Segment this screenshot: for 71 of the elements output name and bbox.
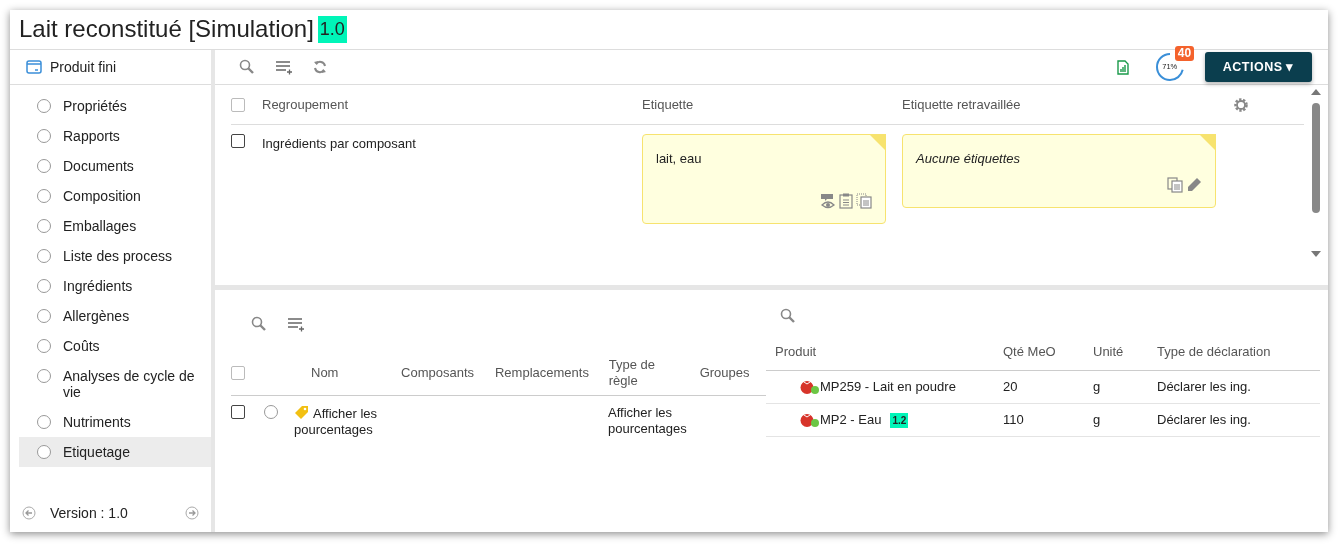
previous-icon[interactable] — [22, 506, 36, 520]
next-icon[interactable] — [185, 506, 199, 520]
column-header: Etiquette — [642, 95, 695, 114]
column-header: Type de déclaration — [1157, 343, 1272, 362]
tomato-icon — [800, 379, 820, 395]
tomato-icon — [800, 412, 820, 428]
row-checkbox[interactable] — [231, 134, 245, 148]
column-header: Produit — [775, 343, 818, 362]
version-badge: 1.2 — [890, 412, 909, 428]
select-all-checkbox[interactable] — [231, 97, 245, 112]
sidebar-item[interactable]: Rapports — [19, 121, 211, 151]
column-header: Regroupement — [262, 95, 349, 114]
pencil-icon[interactable] — [1186, 177, 1202, 193]
actions-button[interactable]: ACTIONS ▾ — [1204, 51, 1312, 83]
version-badge: 1.0 — [317, 16, 347, 43]
search-icon[interactable] — [780, 308, 796, 324]
column-header: Nom — [311, 364, 340, 381]
scrollbar-thumb[interactable] — [1312, 103, 1320, 213]
sidebar-item[interactable]: Emballages — [19, 211, 211, 241]
table-cell-text: Déclarer les ing. — [1157, 411, 1252, 430]
sidebar-item[interactable]: Composition — [19, 181, 211, 211]
search-icon[interactable] — [251, 316, 267, 332]
product-icon — [26, 60, 42, 74]
row-radio[interactable] — [264, 405, 278, 419]
version-label: Version : 1.0 — [50, 503, 129, 523]
sidebar-item[interactable]: Allergènes — [19, 301, 211, 331]
table-cell-text: 110 — [1003, 411, 1025, 430]
tag-icon — [294, 405, 309, 420]
sidebar-header: Produit fini — [50, 57, 117, 77]
search-icon[interactable] — [239, 59, 255, 75]
table-cell-text: Ingrédients par composant — [262, 135, 417, 153]
table-cell-text: g — [1093, 378, 1102, 397]
column-header: Remplacements — [494, 364, 590, 381]
add-row-icon[interactable] — [286, 316, 305, 332]
select-all-checkbox[interactable] — [231, 365, 245, 380]
rule-name: Afficher les pourcentages — [294, 405, 378, 438]
table-cell-text: Déclarer les ing. — [1157, 378, 1252, 397]
clipboard-icon[interactable] — [838, 193, 853, 209]
sidebar-item[interactable]: Nutriments — [19, 407, 211, 437]
scroll-down-icon[interactable] — [1311, 251, 1321, 257]
sidebar-item[interactable]: Analyses de cycle de vie — [19, 361, 211, 407]
settings-icon[interactable] — [1232, 95, 1250, 114]
spreadsheet-icon[interactable] — [1116, 59, 1129, 75]
column-header: Unité — [1093, 343, 1125, 362]
column-header: Etiquette retravaillée — [902, 95, 1022, 114]
sidebar-item[interactable]: Etiquetage — [19, 437, 211, 467]
table-cell-text: g — [1093, 411, 1102, 430]
copy-icon[interactable] — [1166, 177, 1183, 193]
table-cell-text: Afficher les pourcentages — [608, 405, 688, 438]
label-text: lait, eau — [656, 150, 703, 168]
refresh-icon[interactable] — [313, 60, 327, 74]
hide-preview-icon[interactable] — [819, 193, 836, 209]
sidebar-item[interactable]: Coûts — [19, 331, 211, 361]
sidebar-item[interactable]: Ingrédients — [19, 271, 211, 301]
window-title: Lait reconstitué [Simulation] — [19, 15, 314, 44]
product-name: MP259 - Lait en poudre — [820, 378, 956, 397]
scroll-up-icon[interactable] — [1311, 89, 1321, 95]
product-name: MP2 - Eau — [820, 411, 882, 430]
table-cell-text: 20 — [1003, 378, 1019, 397]
column-header: Type de règle — [608, 356, 657, 389]
column-header: Composants — [401, 364, 476, 381]
row-checkbox[interactable] — [231, 405, 245, 419]
copy-icon[interactable] — [856, 193, 872, 209]
notification-badge: 40 — [1174, 46, 1195, 61]
sidebar-item[interactable]: Propriétés — [19, 91, 211, 121]
sidebar-item[interactable]: Liste des process — [19, 241, 211, 271]
label-text: Aucune étiquettes — [916, 150, 1022, 168]
sidebar-item[interactable]: Documents — [19, 151, 211, 181]
column-header: Qté MeO — [1003, 343, 1057, 362]
add-row-icon[interactable] — [275, 59, 293, 75]
column-header: Groupes — [699, 364, 751, 381]
